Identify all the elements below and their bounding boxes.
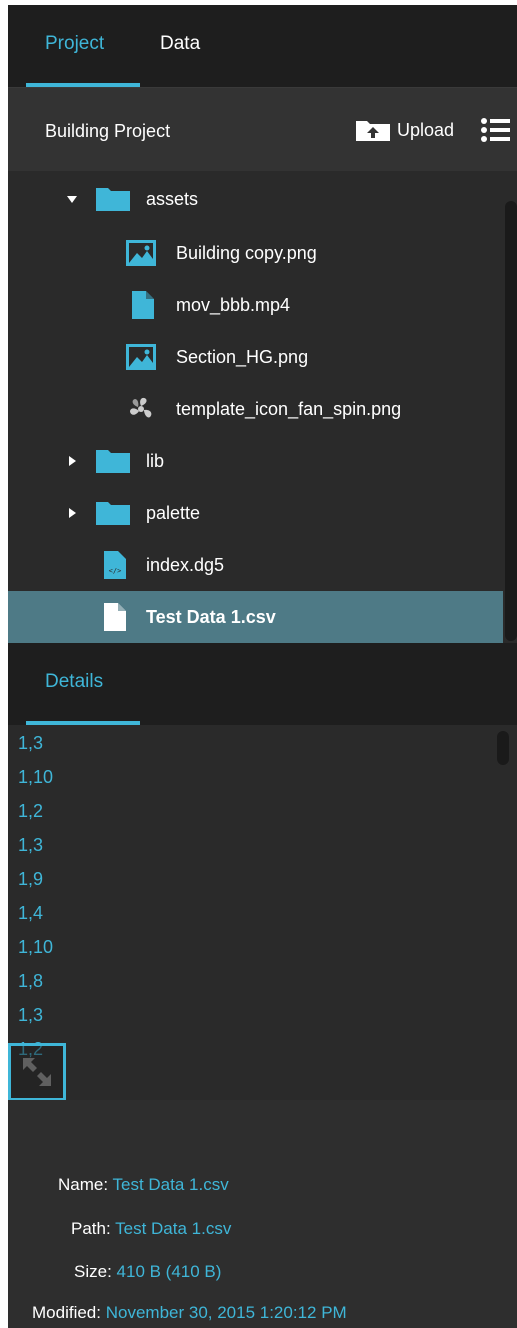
content-line: 1,8 bbox=[18, 971, 44, 991]
meta-path-row: Path: Test Data 1.csv bbox=[71, 1219, 231, 1239]
content-line: 1,3 bbox=[18, 835, 44, 855]
upload-folder-icon bbox=[355, 118, 391, 142]
folder-icon bbox=[96, 501, 130, 530]
expanded-arrow-icon[interactable] bbox=[66, 193, 78, 205]
file-icon bbox=[132, 291, 154, 324]
image-icon bbox=[126, 344, 156, 375]
content-line: 1,3 bbox=[18, 733, 44, 753]
tab-project[interactable]: Project bbox=[45, 33, 104, 55]
meta-modified-key: Modified: bbox=[32, 1303, 101, 1322]
content-scrollbar[interactable] bbox=[497, 731, 509, 765]
list-view-icon[interactable] bbox=[480, 115, 510, 145]
tree-item-palette[interactable]: palette bbox=[8, 487, 503, 539]
upload-button[interactable]: Upload bbox=[355, 116, 454, 144]
meta-size-value: 410 B (410 B) bbox=[116, 1262, 222, 1281]
meta-name-row: Name: Test Data 1.csv bbox=[58, 1175, 229, 1195]
content-line: 1,9 bbox=[18, 869, 44, 889]
tree-item-label: index.dg5 bbox=[146, 554, 225, 575]
tree-item-label: mov_bbb.mp4 bbox=[176, 294, 291, 315]
resize-arrows-icon bbox=[23, 1058, 51, 1086]
tab-details[interactable]: Details bbox=[45, 671, 103, 693]
meta-path-value: Test Data 1.csv bbox=[115, 1219, 232, 1238]
file-icon bbox=[104, 603, 126, 636]
tree-item-label: template_icon_fan_spin.png bbox=[176, 398, 402, 419]
tree-item-test-data-csv[interactable]: Test Data 1.csv bbox=[8, 591, 503, 643]
tree-item-label: palette bbox=[146, 502, 201, 523]
upload-label: Upload bbox=[397, 119, 455, 140]
image-icon bbox=[126, 240, 156, 271]
tree-item-section-hg[interactable]: Section_HG.png bbox=[8, 331, 503, 383]
content-line: 1,10 bbox=[18, 937, 54, 957]
tree-item-label: Building copy.png bbox=[176, 242, 317, 263]
fan-icon bbox=[126, 395, 156, 428]
tree-item-building-copy[interactable]: Building copy.png bbox=[8, 227, 503, 279]
file-tree: assets Building copy.png mov_bbb.mp4 Sec… bbox=[8, 171, 517, 643]
project-panel: Project Data Building Project Upload ass… bbox=[8, 5, 517, 1328]
tree-item-mov-bbb[interactable]: mov_bbb.mp4 bbox=[8, 279, 503, 331]
file-meta: Name: Test Data 1.csv Path: Test Data 1.… bbox=[8, 1100, 517, 1328]
file-content-preview: 1,3 1,10 1,2 1,3 1,9 1,4 1,10 1,8 1,3 1,… bbox=[8, 725, 517, 1100]
tree-item-label: Section_HG.png bbox=[176, 346, 309, 367]
meta-name-value: Test Data 1.csv bbox=[112, 1175, 229, 1194]
tree-item-label: assets bbox=[146, 188, 199, 209]
svg-text:</>: </> bbox=[109, 567, 122, 575]
details-tabs: Details bbox=[8, 643, 517, 725]
tree-item-assets[interactable]: assets bbox=[8, 173, 503, 225]
collapsed-arrow-icon[interactable] bbox=[66, 455, 78, 467]
collapsed-arrow-icon[interactable] bbox=[66, 507, 78, 519]
project-header: Building Project Upload bbox=[8, 87, 517, 171]
tree-scrollbar[interactable] bbox=[505, 201, 517, 641]
tree-item-label: Test Data 1.csv bbox=[146, 606, 276, 627]
content-line: 1,4 bbox=[18, 903, 44, 923]
code-file-icon: </> bbox=[104, 551, 126, 584]
folder-icon bbox=[96, 187, 130, 216]
meta-modified-row: Modified: November 30, 2015 1:20:12 PM bbox=[32, 1303, 347, 1323]
meta-size-row: Size: 410 B (410 B) bbox=[74, 1262, 221, 1282]
tab-data[interactable]: Data bbox=[160, 33, 200, 55]
meta-size-key: Size: bbox=[74, 1262, 112, 1281]
tree-item-index-dg5[interactable]: </> index.dg5 bbox=[8, 539, 503, 591]
content-line: 1,3 bbox=[18, 1005, 44, 1025]
meta-modified-value: November 30, 2015 1:20:12 PM bbox=[105, 1303, 347, 1322]
project-title: Building Project bbox=[45, 121, 171, 141]
meta-path-key: Path: bbox=[71, 1219, 111, 1238]
folder-icon bbox=[96, 449, 130, 478]
meta-name-key: Name: bbox=[58, 1175, 109, 1194]
resize-handle[interactable] bbox=[8, 1043, 66, 1101]
tree-item-label: lib bbox=[146, 450, 165, 471]
top-tabs: Project Data bbox=[8, 5, 517, 87]
content-line: 1,10 bbox=[18, 767, 54, 787]
tree-item-lib[interactable]: lib bbox=[8, 435, 503, 487]
content-line: 1,2 bbox=[18, 801, 44, 821]
tree-item-template-icon-fan-spin[interactable]: template_icon_fan_spin.png bbox=[8, 383, 503, 435]
